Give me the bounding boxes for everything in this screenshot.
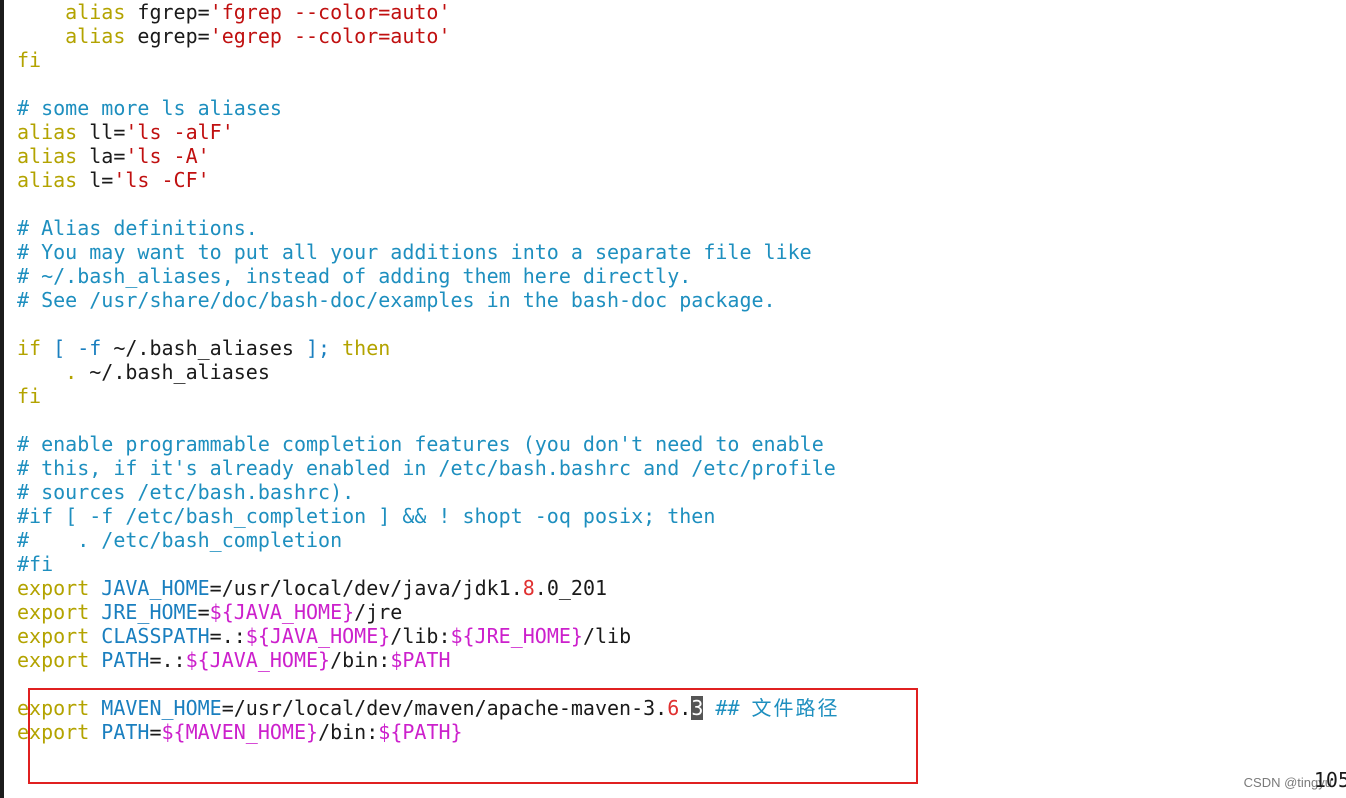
code-line[interactable]: if [ -f ~/.bash_aliases ]; then — [17, 336, 840, 360]
code-line[interactable]: # ~/.bash_aliases, instead of adding the… — [17, 264, 840, 288]
code-token: l= — [77, 168, 114, 192]
code-token: = — [197, 600, 210, 624]
code-line[interactable]: # some more ls aliases — [17, 96, 840, 120]
code-token: /jre — [354, 600, 403, 624]
code-token: /bin: — [330, 648, 391, 672]
code-token: export — [17, 648, 90, 672]
code-token: alias — [65, 0, 126, 24]
code-token: ~/.bash_aliases — [77, 360, 270, 384]
code-token: PATH — [89, 648, 150, 672]
code-token: # sources /etc/bash.bashrc). — [17, 480, 355, 504]
code-token: [ -f — [41, 336, 114, 360]
code-token: egrep= — [125, 24, 210, 48]
code-line[interactable]: export JRE_HOME=${JAVA_HOME}/jre — [17, 600, 840, 624]
code-line[interactable]: . ~/.bash_aliases — [17, 360, 840, 384]
code-token: ${JAVA_HOME} — [185, 648, 331, 672]
code-token: #if [ -f /etc/bash_completion ] && ! sho… — [17, 504, 716, 528]
code-token: then — [342, 336, 391, 360]
code-line[interactable] — [17, 312, 840, 336]
code-token: if — [17, 336, 42, 360]
code-token: export — [17, 600, 90, 624]
code-line[interactable]: export PATH=.:${JAVA_HOME}/bin:$PATH — [17, 648, 840, 672]
code-line[interactable]: export CLASSPATH=.:${JAVA_HOME}/lib:${JR… — [17, 624, 840, 648]
code-token: #fi — [17, 552, 54, 576]
code-token: ${JAVA_HOME} — [209, 600, 355, 624]
code-token: ]; — [293, 336, 343, 360]
terminal-vim-editor[interactable]: alias fgrep='fgrep --color=auto' alias e… — [4, 0, 1346, 798]
annotation-highlight-box — [28, 688, 918, 784]
code-line[interactable]: alias l='ls -CF' — [17, 168, 840, 192]
code-token: # . /etc/bash_completion — [17, 528, 343, 552]
code-token: alias — [17, 120, 78, 144]
code-line[interactable]: # Alias definitions. — [17, 216, 840, 240]
code-token: ll= — [77, 120, 126, 144]
code-token: .0_201 — [534, 576, 608, 600]
code-line[interactable]: alias egrep='egrep --color=auto' — [17, 24, 840, 48]
code-token: # ~/.bash_aliases, instead of adding the… — [17, 264, 692, 288]
code-line[interactable]: # You may want to put all your additions… — [17, 240, 840, 264]
code-line[interactable]: # . /etc/bash_completion — [17, 528, 840, 552]
code-token: # See /usr/share/doc/bash-doc/examples i… — [17, 288, 776, 312]
code-token: JRE_HOME — [89, 600, 198, 624]
code-token: 'ls -A' — [125, 144, 210, 168]
code-line[interactable] — [17, 72, 840, 96]
code-line[interactable]: # See /usr/share/doc/bash-doc/examples i… — [17, 288, 840, 312]
code-line[interactable]: # sources /etc/bash.bashrc). — [17, 480, 840, 504]
code-token: . — [65, 360, 78, 384]
code-token: 'egrep --color=auto' — [209, 24, 451, 48]
code-token: 'ls -alF' — [125, 120, 234, 144]
code-token: alias — [17, 144, 78, 168]
line-number-indicator: 105 — [1313, 768, 1346, 792]
code-token: =/usr/local/dev/java/jdk1. — [209, 576, 523, 600]
code-token: 'fgrep --color=auto' — [209, 0, 451, 24]
code-line[interactable]: # this, if it's already enabled in /etc/… — [17, 456, 840, 480]
code-token: fgrep= — [125, 0, 210, 24]
code-token: # some more ls aliases — [17, 96, 282, 120]
code-token: # enable programmable completion feature… — [17, 432, 824, 456]
code-token: =.: — [209, 624, 246, 648]
code-token: /lib — [582, 624, 632, 648]
code-line[interactable]: alias fgrep='fgrep --color=auto' — [17, 0, 840, 24]
code-line[interactable]: #if [ -f /etc/bash_completion ] && ! sho… — [17, 504, 840, 528]
code-token: # Alias definitions. — [17, 216, 258, 240]
code-token: ~/.bash_aliases — [113, 336, 294, 360]
code-token: alias — [65, 24, 126, 48]
code-line[interactable]: # enable programmable completion feature… — [17, 432, 840, 456]
code-token: alias — [17, 168, 78, 192]
code-line[interactable]: alias ll='ls -alF' — [17, 120, 840, 144]
code-line[interactable]: fi — [17, 384, 840, 408]
code-line[interactable]: fi — [17, 48, 840, 72]
code-line[interactable]: export JAVA_HOME=/usr/local/dev/java/jdk… — [17, 576, 840, 600]
code-token: export — [17, 576, 90, 600]
bashrc-file-content[interactable]: alias fgrep='fgrep --color=auto' alias e… — [17, 0, 840, 744]
code-line[interactable]: alias la='ls -A' — [17, 144, 840, 168]
code-token: $PATH — [390, 648, 451, 672]
code-line[interactable]: #fi — [17, 552, 840, 576]
code-line[interactable] — [17, 192, 840, 216]
code-token: la= — [77, 144, 126, 168]
code-line[interactable] — [17, 408, 840, 432]
code-token: CLASSPATH — [89, 624, 210, 648]
code-token: JAVA_HOME — [89, 576, 210, 600]
code-token: 8 — [522, 576, 535, 600]
code-token: # this, if it's already enabled in /etc/… — [17, 456, 836, 480]
code-token: =.: — [149, 648, 186, 672]
code-token: ${JRE_HOME} — [450, 624, 583, 648]
code-token: fi — [17, 48, 42, 72]
code-token: # You may want to put all your additions… — [17, 240, 812, 264]
code-token: 'ls -CF' — [113, 168, 210, 192]
code-token: fi — [17, 384, 42, 408]
code-token: ${JAVA_HOME} — [245, 624, 391, 648]
code-token: /lib: — [390, 624, 451, 648]
code-token: export — [17, 624, 90, 648]
